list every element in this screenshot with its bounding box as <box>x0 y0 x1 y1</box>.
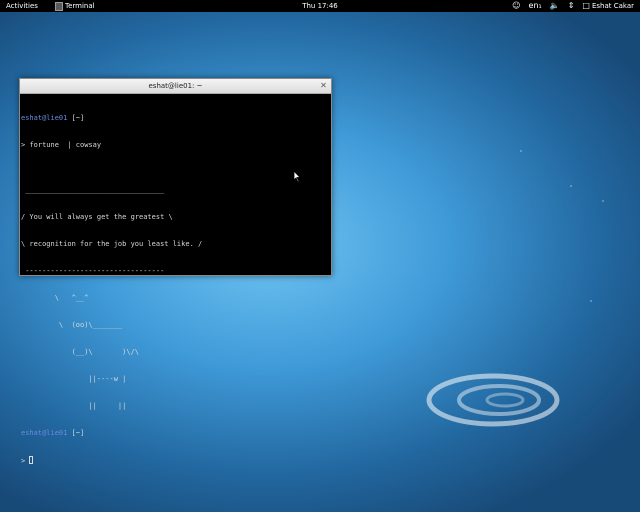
terminal-window[interactable]: eshat@lie01: ~ ✕ eshat@lie01 [~] > fortu… <box>19 78 332 465</box>
prompt-user: eshat@lie01 <box>21 429 68 437</box>
volume-icon[interactable]: 🔈 <box>550 0 560 12</box>
window-titlebar[interactable]: eshat@lie01: ~ ✕ <box>20 79 331 94</box>
output-line: \ recognition for the job you least like… <box>21 240 203 248</box>
input-line: > <box>21 456 330 465</box>
terminal-content[interactable]: eshat@lie01 [~] > fortune | cowsay _____… <box>20 94 331 485</box>
output-line: / You will always get the greatest \ <box>21 213 173 221</box>
prompt-symbol: > <box>21 457 30 465</box>
prompt-dir: [~] <box>67 429 85 437</box>
debian-swirl-logo <box>426 373 560 427</box>
system-tray: ☺ en₁ 🔈 ⇕ □ Eshat Cakar <box>512 0 634 12</box>
accessibility-icon[interactable]: ☺ <box>512 0 520 12</box>
output-line: \ ^__^ <box>21 294 89 302</box>
prompt-line: eshat@lie01 [~] <box>21 429 330 438</box>
output-line: (__)\ )\/\ <box>21 348 140 356</box>
close-icon[interactable]: ✕ <box>319 81 328 90</box>
output-line: _________________________________ <box>21 186 165 194</box>
mouse-pointer-icon <box>294 171 301 183</box>
user-name: Eshat Cakar <box>591 2 634 10</box>
top-bar: Activities Terminal Thu 17:46 ☺ en₁ 🔈 ⇕ … <box>0 0 640 12</box>
user-menu[interactable]: □ Eshat Cakar <box>582 0 634 12</box>
output-line: \ (oo)\_______ <box>21 321 123 329</box>
prompt-line: eshat@lie01 [~] <box>21 114 330 123</box>
network-icon[interactable]: ⇕ <box>568 0 575 12</box>
output-line: || || <box>21 402 127 410</box>
text-cursor <box>29 456 34 464</box>
output-line: --------------------------------- <box>21 267 165 275</box>
prompt-dir: [~] <box>67 114 85 122</box>
output-line: ||----w | <box>21 375 127 383</box>
command-line: > fortune | cowsay <box>21 141 330 150</box>
keyboard-layout-indicator[interactable]: en₁ <box>529 0 542 12</box>
user-icon: □ <box>582 1 590 10</box>
window-title: eshat@lie01: ~ <box>148 82 203 90</box>
command-text: fortune | cowsay <box>29 141 102 149</box>
prompt-user: eshat@lie01 <box>21 114 68 122</box>
